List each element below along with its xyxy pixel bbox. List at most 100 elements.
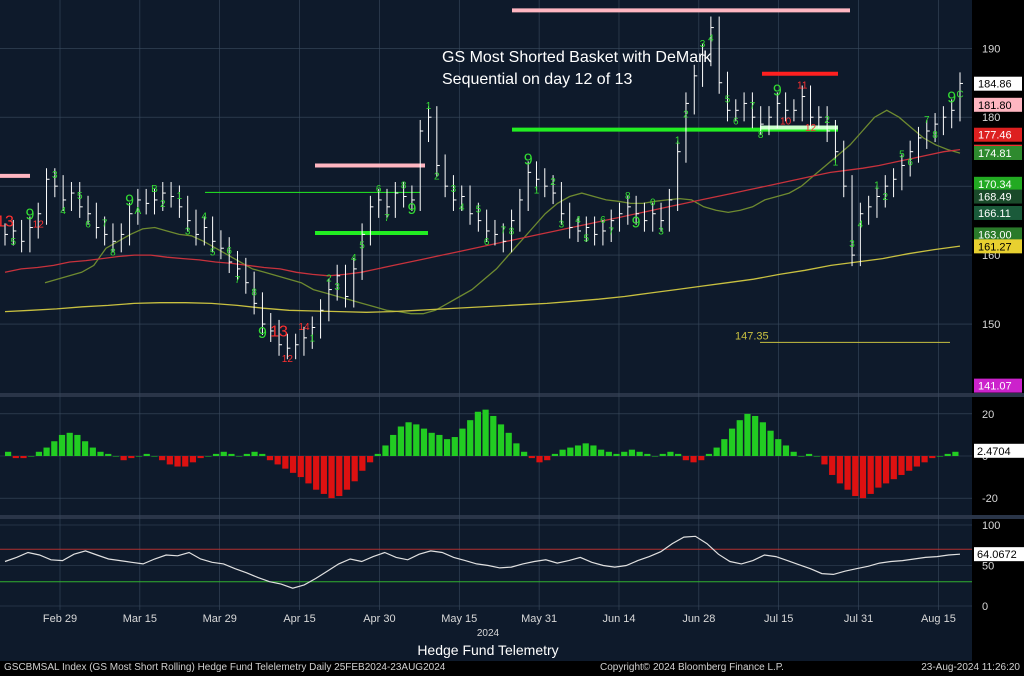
osc-bar [97, 451, 104, 456]
demark-count: 5 [584, 234, 590, 245]
demark-count: 5 [210, 247, 216, 258]
osc-bar [659, 453, 666, 456]
demark-count: 1 [874, 181, 880, 192]
osc-bar [921, 456, 928, 463]
osc-bar [220, 451, 227, 456]
osc-bar [829, 456, 836, 475]
price-label-text: 166.11 [978, 208, 1011, 220]
osc-bar [551, 453, 559, 456]
panel-divider [0, 393, 1024, 397]
osc-bar [5, 451, 12, 456]
demark-count: 1 [426, 101, 432, 112]
footer-copyright: Copyright© 2024 Bloomberg Finance L.P. [600, 662, 784, 673]
osc-bar [313, 456, 320, 490]
demark-count: 4 [202, 212, 208, 223]
osc-bar [66, 432, 73, 456]
demark-count: 1 [833, 158, 839, 169]
demark-count: 13 [270, 324, 288, 341]
chart-svg: 147.35 1359123456 789AB21345 6789 131214123… [0, 0, 1024, 661]
osc-bar [112, 456, 120, 457]
x-tick-label: Apr 30 [363, 613, 395, 625]
demark-count: 1 [309, 334, 315, 345]
osc-bar [667, 451, 674, 456]
demark-count: 3 [451, 184, 457, 195]
osc-bar [690, 456, 697, 463]
demark-count: 3 [334, 282, 340, 293]
demark-count: 2 [326, 274, 332, 285]
osc-bar [859, 456, 867, 499]
osc-bar [813, 456, 820, 457]
demark-count: 8 [251, 287, 257, 298]
demark-count: B [151, 184, 158, 195]
osc-bar [482, 409, 489, 456]
osc-bar [713, 447, 720, 456]
osc-bar [767, 430, 774, 456]
osc-bar [906, 456, 913, 471]
price-label-text: 177.46 [978, 130, 1012, 142]
demark-count: 4 [351, 253, 357, 264]
x-tick-label: Jun 28 [682, 613, 715, 625]
osc-bar [567, 447, 574, 456]
demark-count: 12 [805, 123, 817, 134]
osc-bar [51, 441, 58, 456]
osc-bar [182, 456, 189, 467]
demark-count: 4 [60, 206, 66, 217]
osc-bar [621, 451, 628, 456]
osc-bar [790, 451, 797, 456]
osc-bar [274, 456, 281, 465]
osc-bar [135, 456, 143, 457]
osc-bar [374, 453, 381, 456]
osc-bar [752, 415, 759, 456]
osc-bar [890, 456, 897, 480]
osc-bar [705, 453, 713, 456]
demark-count: 5 [11, 237, 17, 248]
osc-last-value: 2.4704 [977, 446, 1011, 458]
demark-count: 1 [177, 191, 183, 202]
osc-bar [536, 456, 543, 463]
demark-count: 7 [102, 218, 108, 229]
osc-bar [574, 445, 582, 456]
price-label-text: 170.34 [978, 179, 1012, 191]
osc-bar [82, 441, 89, 456]
osc-bar [782, 445, 790, 456]
osc-bar [105, 453, 112, 456]
demark-count: 5 [476, 205, 482, 216]
demark-count: 6 [85, 220, 91, 231]
osc-bar [289, 456, 297, 473]
demark-count: 5 [899, 149, 905, 160]
osc-bar [297, 456, 304, 478]
demark-count: 7 [750, 101, 756, 112]
osc-tick-label: -20 [982, 493, 998, 505]
osc-bar [913, 456, 920, 467]
rsi-tick-label: 0 [982, 601, 988, 613]
osc-bar [351, 456, 358, 482]
osc-bar [151, 456, 158, 457]
osc-bar [305, 456, 312, 484]
osc-bar [35, 451, 43, 456]
x-tick-label: Mar 15 [123, 613, 157, 625]
osc-bar [952, 451, 959, 456]
osc-bar [413, 424, 420, 456]
osc-bar [443, 439, 451, 456]
demark-count: 6 [484, 237, 490, 248]
osc-bar [243, 453, 250, 456]
demark-count: 11 [797, 81, 808, 92]
osc-bar [120, 456, 127, 461]
demark-count: 7 [608, 227, 614, 238]
x-tick-label: Jul 31 [844, 613, 873, 625]
demark-count: 14 [298, 322, 310, 333]
osc-bar [721, 439, 728, 456]
osc-bar [651, 456, 659, 457]
demark-count: 13 [0, 213, 14, 230]
demark-count: 5 [725, 94, 731, 105]
panel-divider [0, 515, 1024, 519]
osc-bar [613, 453, 620, 456]
osc-bar [644, 453, 651, 456]
x-tick-label: Feb 29 [43, 613, 77, 625]
osc-bar [74, 434, 81, 456]
demark-count: 12 [33, 220, 45, 231]
demark-count: 3 [185, 227, 191, 238]
price-tick-label: 180 [982, 112, 1000, 124]
osc-bar [205, 456, 212, 457]
demark-count: 7 [235, 275, 241, 286]
